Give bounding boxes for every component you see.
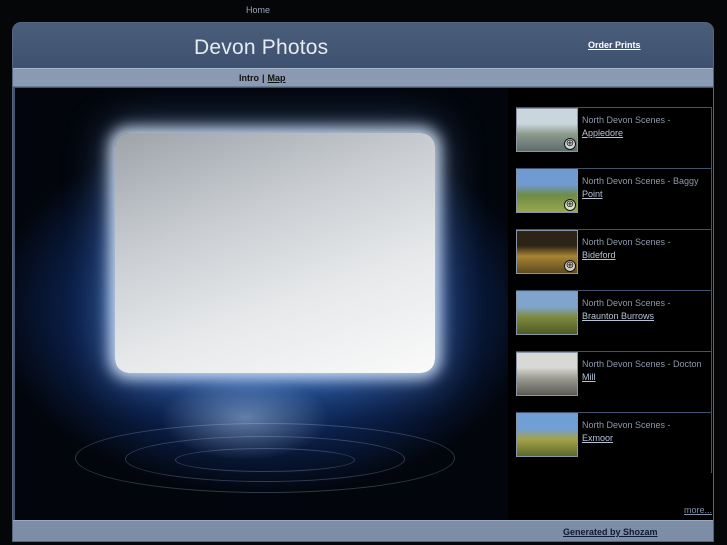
gallery-item[interactable]: North Devon Scenes - Docton Mill bbox=[516, 351, 712, 412]
order-prints-link[interactable]: Order Prints bbox=[588, 40, 641, 50]
gallery-caption: North Devon Scenes - Appledore bbox=[582, 114, 710, 140]
caption-prefix: North Devon Scenes - bbox=[582, 237, 671, 247]
gallery-caption: North Devon Scenes - Baggy Point bbox=[582, 175, 710, 201]
caption-link[interactable]: Bideford bbox=[582, 250, 616, 260]
thumbnail-image[interactable]: ⊕ bbox=[516, 169, 578, 213]
sub-nav: Intro | Map bbox=[239, 73, 286, 83]
caption-link[interactable]: Appledore bbox=[582, 128, 623, 138]
zoom-icon[interactable]: ⊕ bbox=[564, 138, 576, 150]
generated-by-link[interactable]: Generated by Shozam bbox=[563, 527, 658, 537]
more-link[interactable]: more... bbox=[684, 505, 712, 515]
gallery-caption: North Devon Scenes - Bideford bbox=[582, 236, 710, 262]
gallery-caption: North Devon Scenes - Docton Mill bbox=[582, 358, 710, 384]
gallery-item[interactable]: North Devon Scenes - Exmoor bbox=[516, 412, 712, 473]
nav-separator: | bbox=[262, 73, 265, 83]
caption-prefix: North Devon Scenes - Docton bbox=[582, 359, 702, 369]
footer: Generated by Shozam bbox=[13, 520, 713, 541]
main-frame: Devon Photos Order Prints Intro | Map ⊕ Nor… bbox=[12, 22, 714, 542]
caption-prefix: North Devon Scenes - bbox=[582, 420, 671, 430]
thumbnail-image[interactable] bbox=[516, 291, 578, 335]
slideshow-panel[interactable] bbox=[115, 133, 435, 373]
caption-link[interactable]: Braunton Burrows bbox=[582, 311, 654, 321]
caption-prefix: North Devon Scenes - bbox=[582, 298, 671, 308]
header: Devon Photos Order Prints bbox=[13, 23, 713, 67]
caption-link[interactable]: Mill bbox=[582, 372, 596, 382]
caption-prefix: North Devon Scenes - Baggy bbox=[582, 176, 699, 186]
intro-tab[interactable]: Intro bbox=[239, 73, 259, 83]
water-ripple bbox=[175, 448, 355, 472]
page-title: Devon Photos bbox=[194, 36, 329, 59]
thumbnail-image[interactable] bbox=[516, 352, 578, 396]
slideshow-stage bbox=[15, 88, 508, 520]
gallery-caption: North Devon Scenes - Exmoor bbox=[582, 419, 710, 445]
zoom-icon[interactable]: ⊕ bbox=[564, 260, 576, 272]
zoom-icon[interactable]: ⊕ bbox=[564, 199, 576, 211]
gallery-caption: North Devon Scenes - Braunton Burrows bbox=[582, 297, 710, 323]
gallery-item[interactable]: ⊕ North Devon Scenes - Baggy Point bbox=[516, 168, 712, 229]
gallery-item[interactable]: ⊕ North Devon Scenes - Bideford bbox=[516, 229, 712, 290]
sub-nav-bar: Intro | Map bbox=[13, 68, 713, 87]
map-link[interactable]: Map bbox=[268, 73, 286, 83]
home-link[interactable]: Home bbox=[246, 5, 270, 15]
thumbnail-sidebar: ⊕ North Devon Scenes - Appledore ⊕ North Dev… bbox=[508, 88, 713, 520]
caption-link[interactable]: Exmoor bbox=[582, 433, 613, 443]
caption-link[interactable]: Point bbox=[582, 189, 603, 199]
thumbnail-image[interactable] bbox=[516, 413, 578, 457]
caption-prefix: North Devon Scenes - bbox=[582, 115, 671, 125]
gallery-item[interactable]: North Devon Scenes - Braunton Burrows bbox=[516, 290, 712, 351]
thumbnail-image[interactable]: ⊕ bbox=[516, 108, 578, 152]
gallery-item[interactable]: ⊕ North Devon Scenes - Appledore bbox=[516, 107, 712, 168]
top-nav: Home bbox=[0, 0, 727, 22]
thumbnail-image[interactable]: ⊕ bbox=[516, 230, 578, 274]
